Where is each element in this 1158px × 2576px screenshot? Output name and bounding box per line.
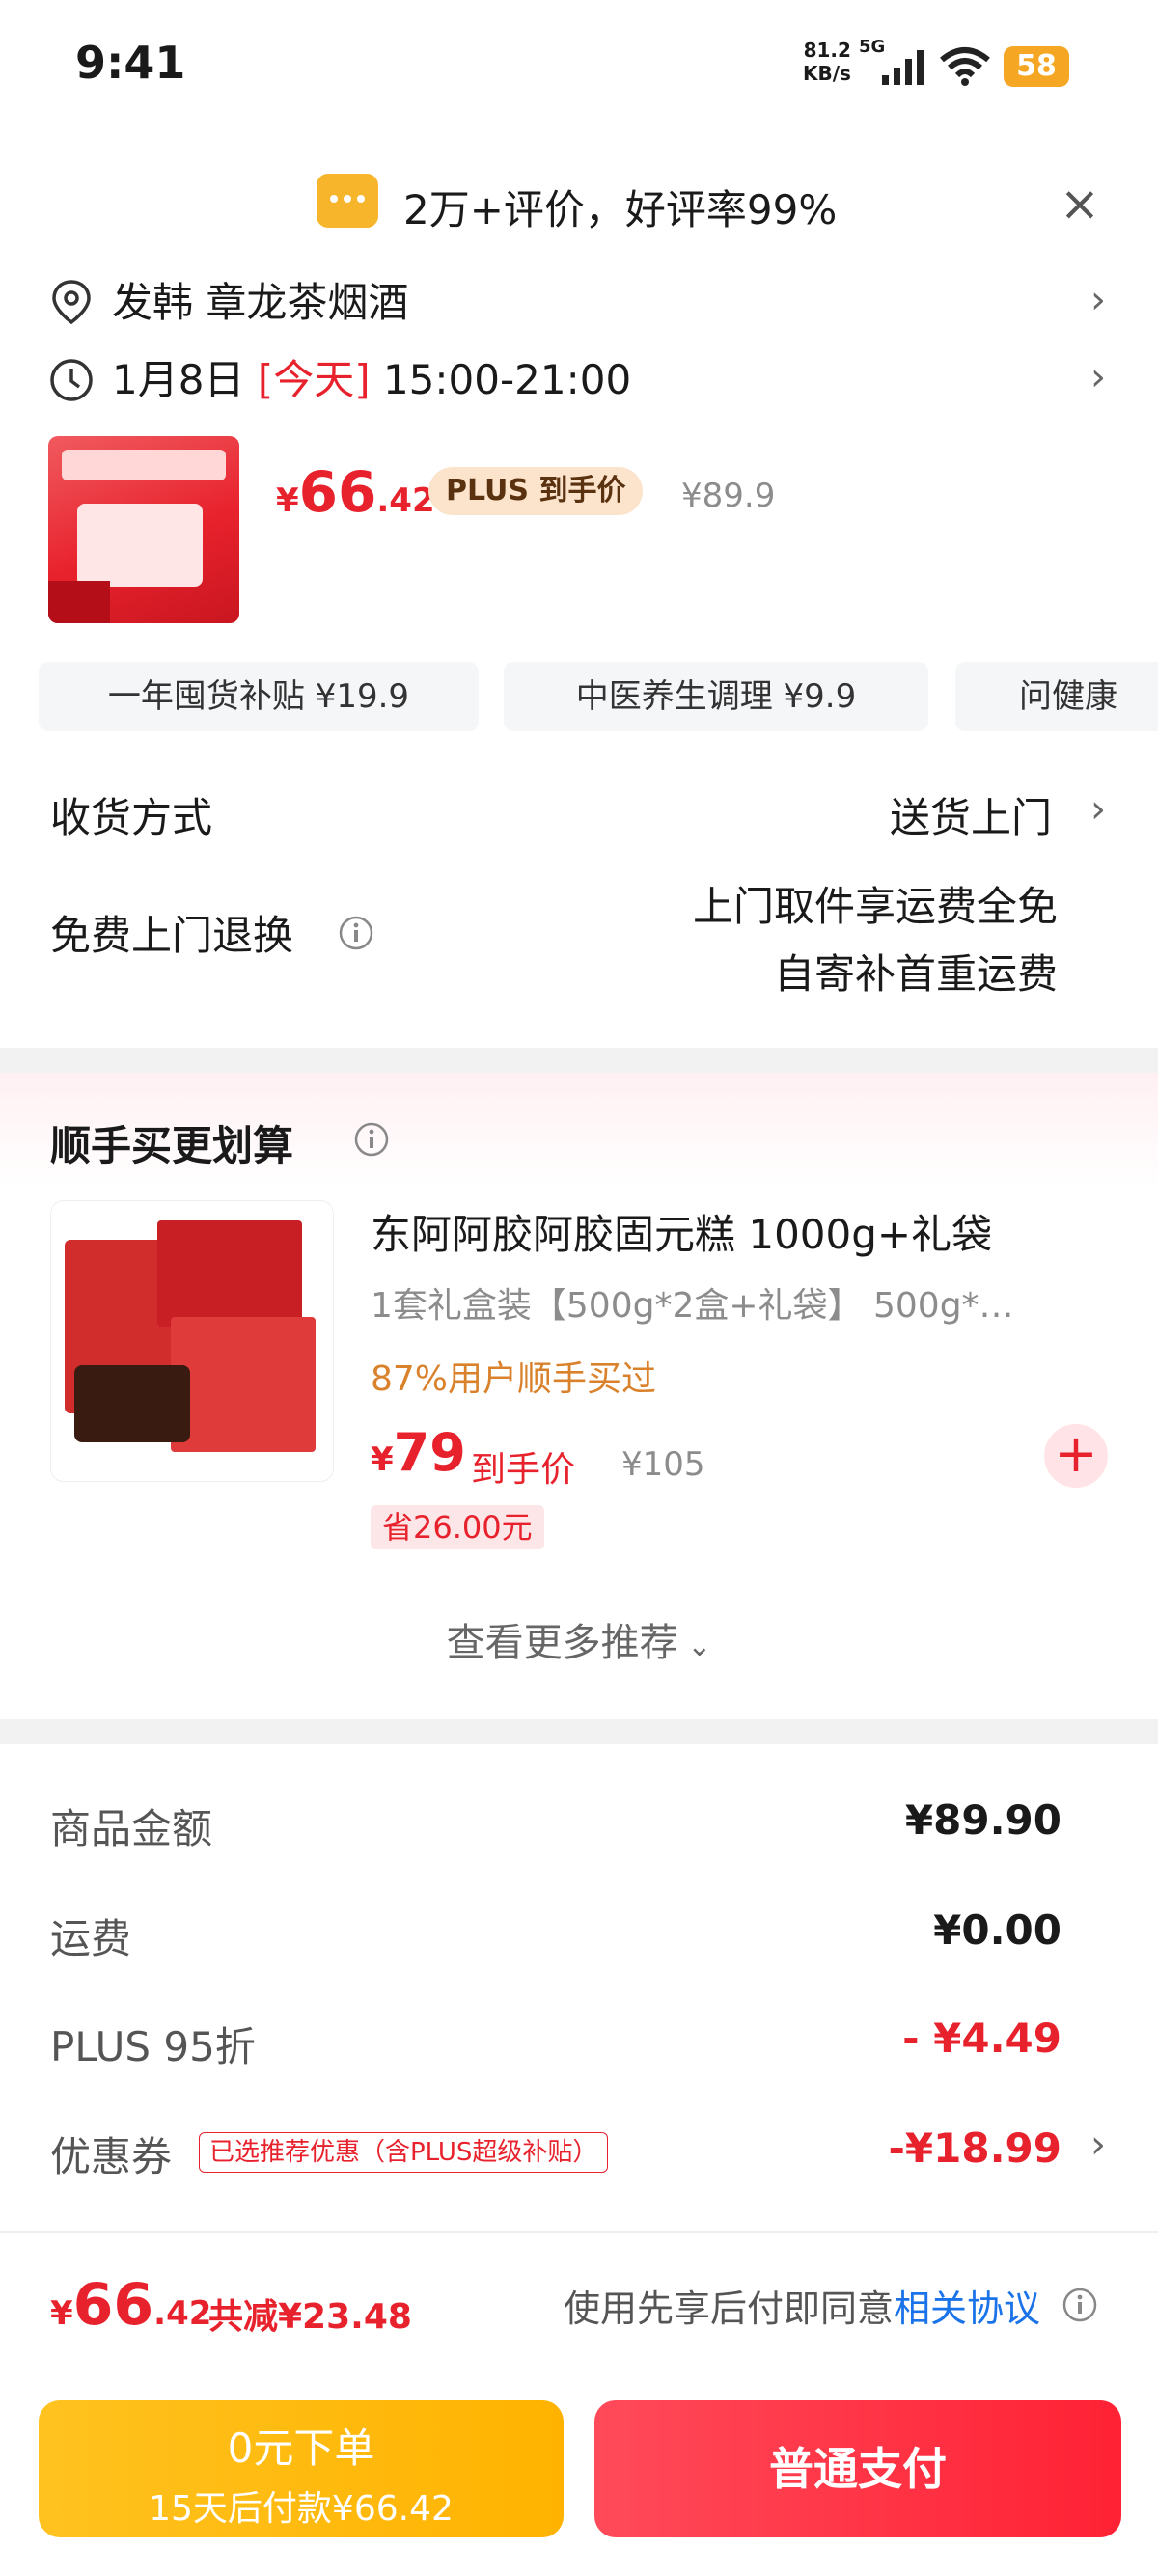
plus-discount-label: PLUS 95折 [50,2023,256,2070]
normal-pay-button[interactable]: 普通支付 [594,2400,1121,2537]
network-speed-value: 81.2 [803,39,851,62]
chat-bubble-icon [317,174,378,228]
info-icon[interactable] [338,915,374,955]
see-more-recommend[interactable]: 查看更多推荐 ⌄ [0,1611,1158,1667]
info-icon[interactable] [1062,2287,1098,2327]
subsidy-tab[interactable]: 问健康 [955,662,1158,731]
network-speed: 81.2 KB/s [803,39,851,85]
product-image[interactable] [48,436,239,623]
recommend-price-label: 到手价 [471,1450,576,1490]
clock-icon [48,357,95,407]
today-tag: [今天] [257,356,371,403]
status-time: 9:41 [75,37,186,89]
recommend-item-name[interactable]: 东阿阿胶阿胶固元糕 1000g+礼袋 [371,1202,992,1261]
coupon-label: 优惠券 [50,2133,173,2180]
recommend-item-price: ¥79 [371,1422,466,1483]
total-reduced: 共减¥23.48 [208,2297,412,2337]
coupon-value[interactable]: -¥18.99 [888,2124,1062,2172]
recommend-original-price: ¥105 [621,1445,705,1484]
recommend-item-buyers: 87%用户顺手买过 [371,1359,657,1399]
pay-later-subtitle: 15天后付款¥66.42 [149,2489,454,2529]
wifi-icon [938,46,992,91]
goods-amount-value: ¥89.90 [904,1796,1062,1844]
chevron-right-icon[interactable]: › [1090,355,1106,399]
chevron-down-icon: ⌄ [677,1630,712,1663]
battery-indicator: 58 [1004,46,1069,87]
delivery-address[interactable]: 发韩 章龙茶烟酒 [112,274,408,332]
section-divider [0,1719,1158,1744]
free-return-label: 免费上门退换 [50,912,294,959]
section-divider [0,1048,1158,1073]
freight-label: 运费 [50,1915,132,1962]
delivery-window: 15:00-21:00 [382,356,632,403]
shipping-label: 收货方式 [50,794,213,841]
shipping-value[interactable]: 送货上门 [849,785,1052,844]
freight-value: ¥0.00 [933,1906,1062,1954]
product-price: ¥66.42 [276,459,435,525]
agreement-link[interactable]: 相关协议 [894,2288,1040,2330]
recommend-item-image[interactable] [50,1200,334,1482]
chevron-right-icon[interactable]: › [1090,787,1106,832]
recommend-item-spec: 1套礼盒装【500g*2盒+礼袋】 500g*… [371,1286,1014,1326]
coupon-tag: 已选推荐优惠（含PLUS超级补贴） [199,2132,609,2173]
free-return-line1: 上门取件享运费全免 [692,883,1058,930]
chevron-right-icon[interactable]: › [1090,278,1106,322]
close-icon[interactable]: × [1060,179,1100,228]
save-badge: 省26.00元 [371,1505,544,1549]
plus-discount-value: - ¥4.49 [902,2014,1062,2062]
subsidy-tab[interactable]: 一年囤货补贴 ¥19.9 [39,662,479,731]
chevron-right-icon[interactable]: › [1090,2123,1106,2167]
pay-later-button[interactable]: 0元下单 15天后付款¥66.42 [39,2400,564,2537]
agreement-text: 使用先享后付即同意相关协议 [564,2288,1041,2330]
divider [0,2231,1158,2233]
plus-icon[interactable]: + [1044,1424,1108,1488]
recommend-title: 顺手买更划算 [50,1122,294,1169]
delivery-time[interactable]: 1月8日 [今天] 15:00-21:00 [112,351,631,409]
free-return-line2: 自寄补首重运费 [773,950,1058,998]
subsidy-tab[interactable]: 中医养生调理 ¥9.9 [504,662,928,731]
original-price: ¥89.9 [681,477,776,515]
total-price: ¥66.42 [50,2271,212,2339]
plus-price-badge: PLUS 到手价 [428,467,644,515]
network-speed-unit: KB/s [803,62,851,85]
delivery-date: 1月8日 [112,356,245,403]
location-icon [50,278,93,330]
review-summary: 2万+评价，好评率99% [403,186,838,233]
info-icon[interactable] [353,1121,390,1162]
pay-later-title: 0元下单 [227,2425,375,2472]
goods-amount-label: 商品金额 [50,1805,213,1852]
signal-icon [880,48,926,91]
